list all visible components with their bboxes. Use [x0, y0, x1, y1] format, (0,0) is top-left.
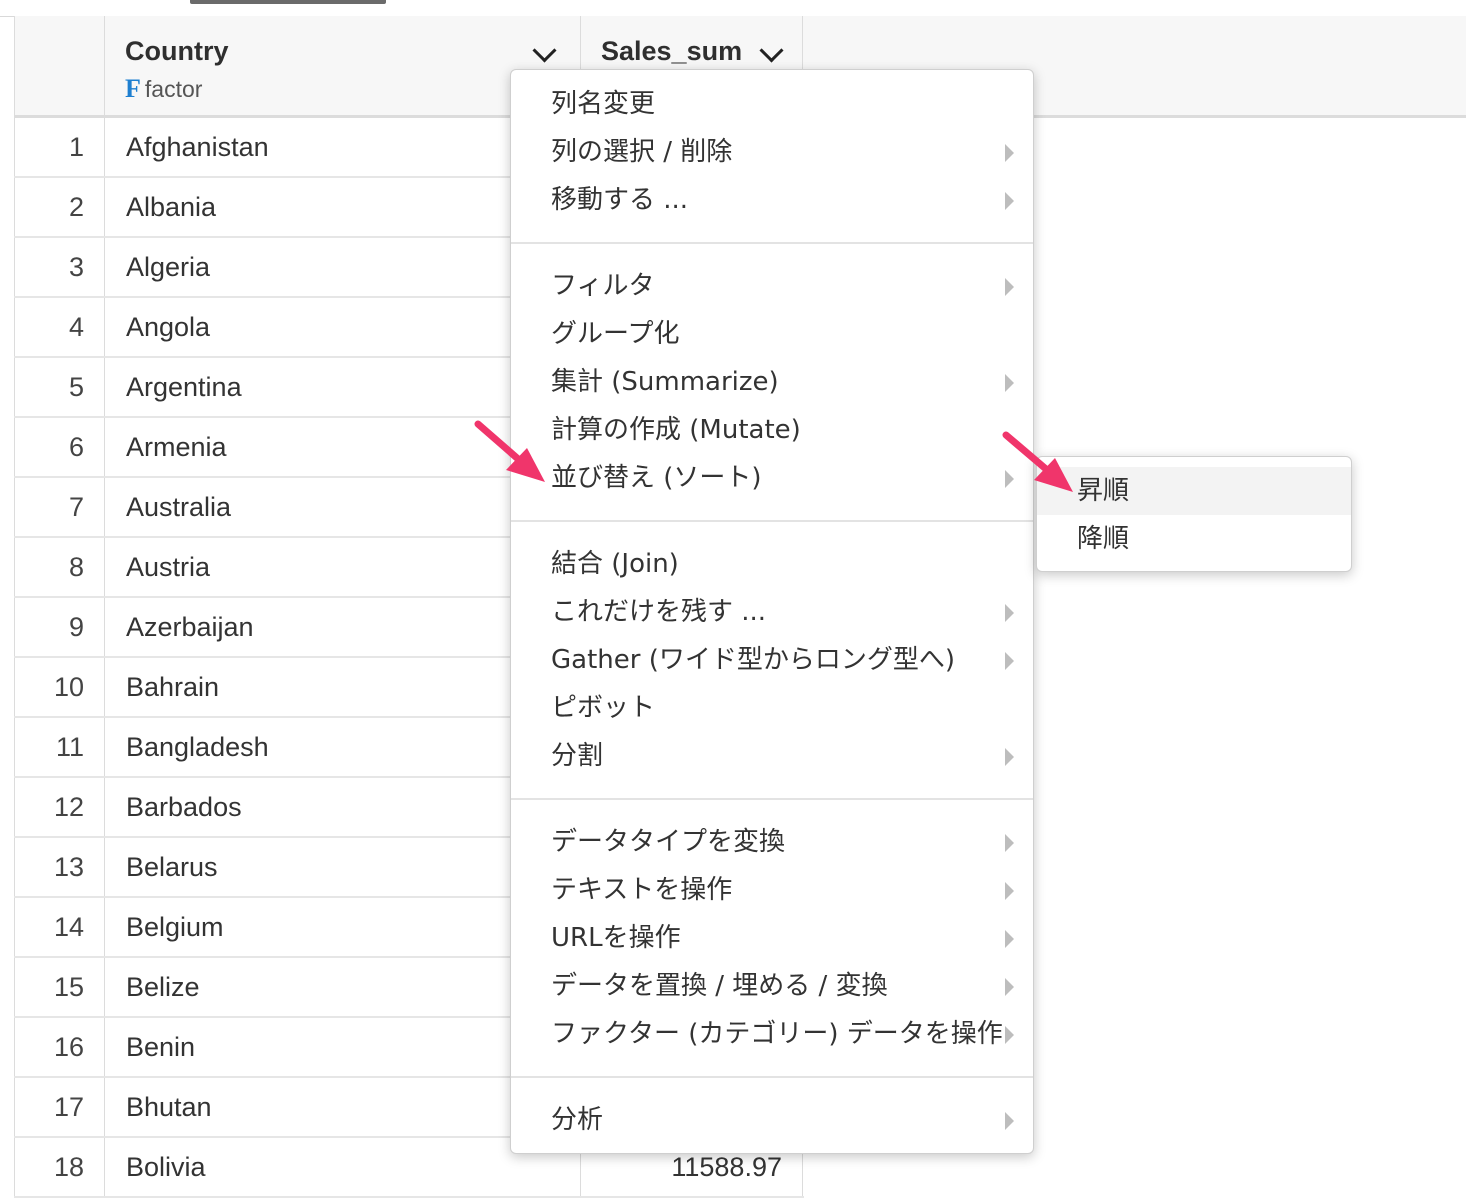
submenu-item[interactable]: 昇順: [1037, 467, 1351, 515]
menu-item-label: データタイプを変換: [551, 827, 786, 857]
menu-item[interactable]: URLを操作: [511, 914, 1033, 962]
sort-submenu: 昇順 降順: [1036, 456, 1352, 572]
menu-item[interactable]: テキストを操作: [511, 866, 1033, 914]
column-type-label: factor: [144, 76, 203, 102]
submenu-arrow-icon: [1005, 652, 1014, 670]
menu-item-label: URLを操作: [551, 923, 681, 953]
row-index: 16: [14, 1018, 105, 1076]
submenu-arrow-icon: [1005, 604, 1014, 622]
submenu-arrow-icon: [1005, 748, 1014, 766]
row-index: 6: [14, 418, 105, 476]
menu-item-label: 分析: [551, 1105, 604, 1135]
menu-item-label: 計算の作成 (Mutate): [551, 415, 801, 445]
menu-item[interactable]: 移動する ...: [511, 176, 1033, 224]
row-index: 9: [14, 598, 105, 656]
submenu-arrow-icon: [1005, 144, 1014, 162]
menu-item[interactable]: 分割: [511, 732, 1033, 780]
menu-item-label: Gather (ワイド型からロング型へ): [551, 645, 955, 675]
submenu-arrow-icon: [1005, 470, 1014, 488]
submenu-arrow-icon: [1005, 882, 1014, 900]
row-index: 2: [14, 178, 105, 236]
submenu-arrow-icon: [1005, 374, 1014, 392]
menu-item[interactable]: Gather (ワイド型からロング型へ): [511, 636, 1033, 684]
submenu-arrow-icon: [1005, 1112, 1014, 1130]
row-index: 12: [14, 778, 105, 836]
menu-item-label: データを置換 / 埋める / 変換: [551, 971, 888, 1001]
menu-item-label: これだけを残す ...: [551, 597, 767, 627]
menu-item-label: 分割: [551, 741, 604, 771]
column-context-menu: 列名変更列の選択 / 削除 移動する ... フィルタグループ化集計 (Summar…: [510, 69, 1034, 1154]
submenu-item[interactable]: 降順: [1037, 515, 1351, 563]
menu-item-label: 並び替え (ソート): [551, 463, 762, 493]
factor-type-icon: F: [125, 74, 141, 103]
submenu-arrow-icon: [1005, 192, 1014, 210]
menu-item[interactable]: データタイプを変換: [511, 818, 1033, 866]
submenu-item-label: 昇順: [1077, 476, 1130, 506]
menu-separator: [511, 242, 1033, 244]
menu-item[interactable]: ピボット: [511, 684, 1033, 732]
menu-item[interactable]: 計算の作成 (Mutate): [511, 406, 1033, 454]
index-header: [14, 16, 105, 116]
row-index: 3: [14, 238, 105, 296]
row-index: 17: [14, 1078, 105, 1136]
submenu-arrow-icon: [1005, 930, 1014, 948]
menu-item[interactable]: 列名変更: [511, 80, 1033, 128]
menu-item[interactable]: 並び替え (ソート): [511, 454, 1033, 502]
menu-separator: [511, 798, 1033, 800]
menu-item[interactable]: 集計 (Summarize): [511, 358, 1033, 406]
menu-separator: [511, 1076, 1033, 1078]
column-name: Sales_sum: [601, 36, 743, 66]
active-tab-indicator: [190, 0, 386, 4]
chevron-down-icon[interactable]: [532, 38, 557, 63]
menu-item[interactable]: 分析: [511, 1096, 1033, 1144]
submenu-arrow-icon: [1005, 1026, 1014, 1044]
row-index: 5: [14, 358, 105, 416]
menu-item-label: フィルタ: [551, 271, 655, 301]
menu-item[interactable]: グループ化: [511, 310, 1033, 358]
menu-item-label: 結合 (Join): [551, 549, 679, 579]
menu-item[interactable]: ファクター (カテゴリー) データを操作: [511, 1010, 1033, 1058]
menu-item-label: ファクター (カテゴリー) データを操作: [551, 1019, 1003, 1049]
row-index: 14: [14, 898, 105, 956]
submenu-item-label: 降順: [1077, 524, 1130, 554]
menu-item[interactable]: フィルタ: [511, 262, 1033, 310]
row-index: 13: [14, 838, 105, 896]
menu-item-label: ピボット: [551, 693, 656, 723]
row-index: 7: [14, 478, 105, 536]
row-index: 10: [14, 658, 105, 716]
menu-item-label: 移動する ...: [551, 185, 689, 215]
menu-item[interactable]: これだけを残す ...: [511, 588, 1033, 636]
row-index: 4: [14, 298, 105, 356]
menu-item-label: 列名変更: [551, 89, 656, 119]
menu-item-label: 集計 (Summarize): [551, 367, 779, 397]
row-index: 18: [14, 1138, 105, 1196]
submenu-arrow-icon: [1005, 278, 1014, 296]
menu-item[interactable]: 列の選択 / 削除: [511, 128, 1033, 176]
menu-item[interactable]: データを置換 / 埋める / 変換: [511, 962, 1033, 1010]
submenu-arrow-icon: [1005, 978, 1014, 996]
row-index: 1: [14, 118, 105, 176]
menu-item-label: テキストを操作: [551, 875, 733, 905]
column-type: Ffactor: [125, 74, 202, 104]
row-index: 8: [14, 538, 105, 596]
row-index: 15: [14, 958, 105, 1016]
row-index: 11: [14, 718, 105, 776]
menu-item[interactable]: 結合 (Join): [511, 540, 1033, 588]
menu-separator: [511, 520, 1033, 522]
menu-item-label: グループ化: [551, 319, 680, 349]
chevron-down-icon[interactable]: [759, 38, 784, 63]
submenu-arrow-icon: [1005, 834, 1014, 852]
column-name: Country: [125, 36, 229, 66]
menu-item-label: 列の選択 / 削除: [551, 137, 733, 167]
